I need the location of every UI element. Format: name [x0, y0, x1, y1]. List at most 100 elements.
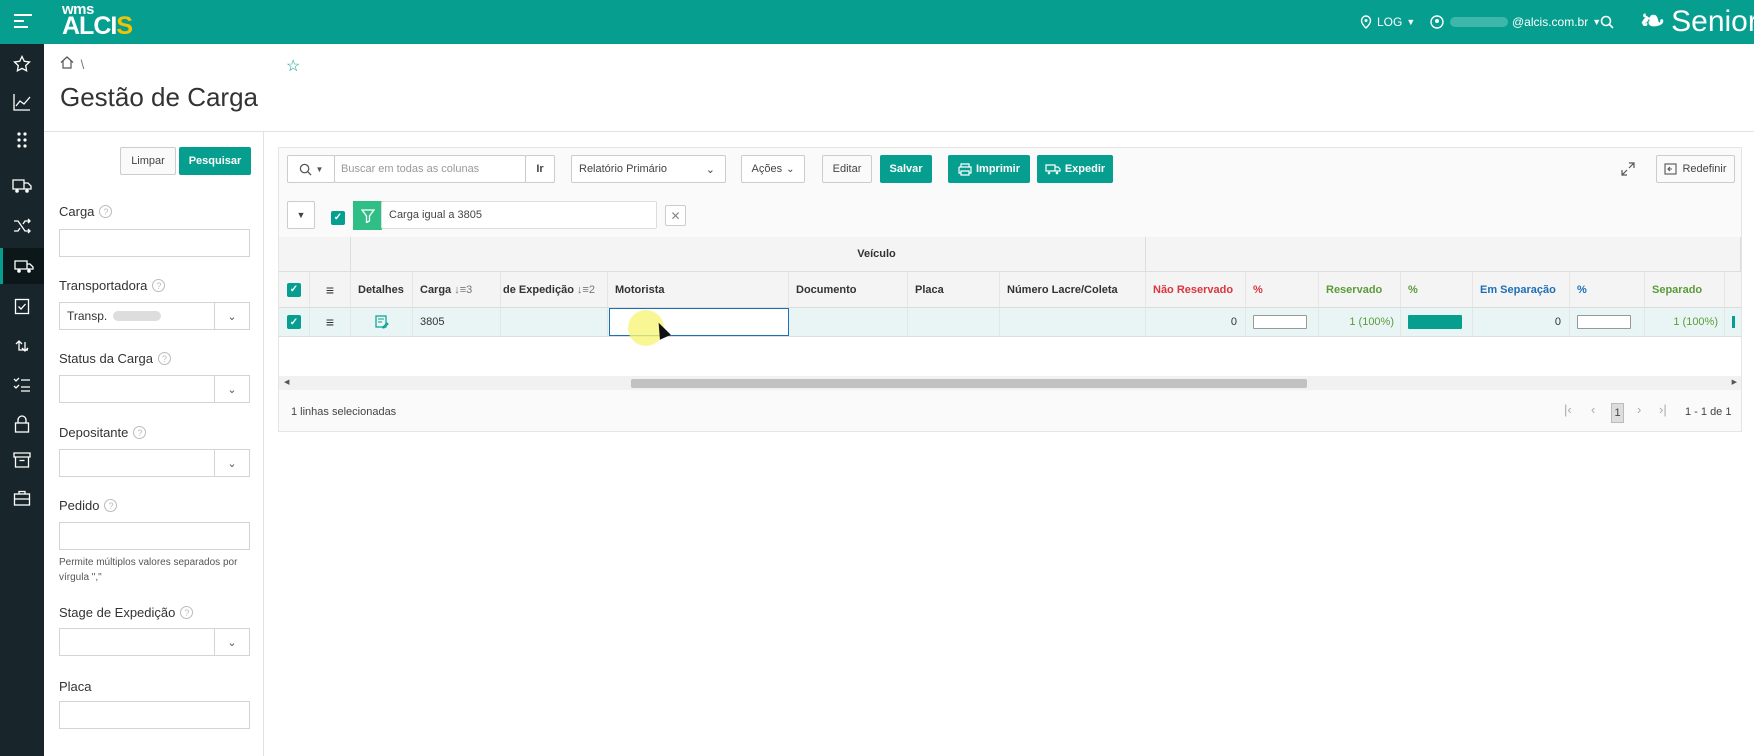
col-documento[interactable]: Documento — [789, 272, 908, 307]
filter-enabled-checkbox[interactable]: ✓ — [331, 207, 345, 225]
actions-menu-button[interactable]: Ações ⌄ — [741, 155, 805, 183]
remove-filter-close-icon[interactable]: ✕ — [665, 205, 686, 226]
scroll-thumb[interactable] — [631, 379, 1307, 388]
edit-button[interactable]: Editar — [822, 155, 872, 183]
transportadora-select[interactable]: Transp. ⌄ — [59, 302, 250, 330]
scroll-right-icon[interactable]: ▶ — [1732, 378, 1737, 386]
help-icon[interactable]: ? — [152, 279, 166, 292]
sidebar-security[interactable] — [0, 406, 44, 442]
col-detalhes[interactable]: Detalhes — [351, 272, 413, 307]
row-menu-icon[interactable]: ≡ — [310, 308, 351, 336]
col-pct-em-separacao[interactable]: % — [1570, 272, 1645, 307]
last-page-icon[interactable]: ›| — [1659, 402, 1667, 417]
help-icon[interactable]: ? — [99, 205, 113, 218]
chevron-down-icon: ▼ — [315, 164, 324, 174]
row-menu-header-icon[interactable]: ≡ — [310, 272, 351, 307]
col-reservado[interactable]: Reservado — [1319, 272, 1401, 307]
search-button[interactable]: Pesquisar — [179, 147, 251, 175]
col-pct-reservado[interactable]: % — [1401, 272, 1473, 307]
sidebar-apps[interactable] — [0, 122, 44, 158]
sidebar-tasks[interactable] — [0, 366, 44, 402]
sort-desc-icon: ↓≡ — [454, 283, 467, 296]
pedido-label: Pedido? — [59, 498, 118, 513]
help-icon[interactable]: ? — [104, 499, 118, 512]
scroll-left-icon[interactable]: ◀ — [284, 378, 289, 386]
sidebar-tools[interactable] — [0, 480, 44, 516]
sidebar-sync[interactable] — [0, 328, 44, 364]
search-icon[interactable] — [1600, 0, 1614, 44]
report-select[interactable]: Relatório Primário ⌄ — [571, 155, 726, 183]
col-placa[interactable]: Placa — [908, 272, 1000, 307]
col-motorista[interactable]: Motorista — [608, 272, 789, 307]
next-page-icon[interactable]: › — [1637, 402, 1641, 417]
col-lacre[interactable]: Número Lacre/Coleta — [1000, 272, 1146, 307]
col-pct-nao-reservado[interactable]: % — [1246, 272, 1319, 307]
sidebar-checklist[interactable] — [0, 288, 44, 324]
cell-reservado: 1 (100%) — [1319, 308, 1401, 336]
hamburger-menu-icon[interactable] — [14, 14, 32, 30]
page-number-button[interactable]: 1 — [1611, 403, 1624, 423]
first-page-icon[interactable]: |‹ — [1564, 402, 1572, 417]
pedido-input[interactable] — [59, 522, 250, 550]
sidebar-favorites[interactable] — [0, 46, 44, 82]
search-column-selector[interactable]: ▼ — [287, 155, 335, 183]
prev-page-icon[interactable]: ‹ — [1591, 402, 1595, 417]
sidebar-dashboard[interactable] — [0, 84, 44, 120]
check-icon: ✓ — [287, 315, 301, 329]
help-icon[interactable]: ? — [133, 426, 147, 439]
go-button[interactable]: Ir — [525, 155, 555, 183]
caret-down-icon: ▼ — [296, 210, 306, 220]
cell-placa[interactable] — [908, 308, 1000, 336]
cell-documento[interactable] — [789, 308, 908, 336]
help-icon[interactable]: ? — [180, 606, 194, 619]
print-button[interactable]: Imprimir — [948, 155, 1030, 183]
details-edit-icon[interactable] — [351, 308, 413, 336]
data-table: Veículo ✓ ≡ Detalhes Carga ↓≡ 3 de Expediç… — [279, 237, 1741, 377]
help-icon[interactable]: ? — [157, 352, 171, 365]
sidebar-load-management[interactable] — [0, 248, 44, 284]
save-button[interactable]: Salvar — [880, 155, 932, 183]
page-title: Gestão de Carga — [60, 82, 259, 112]
dispatch-button[interactable]: Expedir — [1037, 155, 1113, 183]
location-selector[interactable]: LOG ▼ — [1360, 0, 1415, 44]
print-label: Imprimir — [975, 163, 1020, 175]
transportadora-label: Transportadora? — [59, 278, 166, 293]
placa-input[interactable] — [59, 701, 250, 729]
cell-lacre[interactable] — [1000, 308, 1146, 336]
col-nao-reservado[interactable]: Não Reservado — [1146, 272, 1246, 307]
row-checkbox[interactable]: ✓ — [279, 308, 310, 336]
stage-select[interactable]: ⌄ — [59, 628, 250, 656]
stage-label-text: Stage de Expedição — [59, 605, 176, 620]
depositante-select[interactable]: ⌄ — [59, 449, 250, 477]
col-separado[interactable]: Separado — [1645, 272, 1725, 307]
app-logo[interactable]: wms ALCIS — [62, 2, 133, 39]
stage-label: Stage de Expedição? — [59, 605, 194, 620]
cell-separado: 1 (100%) — [1645, 308, 1725, 336]
search-input[interactable]: Buscar em todas as colunas — [334, 155, 526, 183]
status-select[interactable]: ⌄ — [59, 375, 250, 403]
reset-label: Redefinir — [1682, 163, 1727, 175]
col-carga[interactable]: Carga ↓≡ 3 — [413, 272, 501, 307]
sidebar-archive[interactable] — [0, 442, 44, 478]
sidebar-movements[interactable] — [0, 208, 44, 244]
header-group-right — [1146, 237, 1741, 272]
logo-main: ALCIS — [62, 14, 133, 39]
check-icon: ✓ — [287, 282, 301, 297]
favorite-star-icon[interactable]: ☆ — [286, 56, 300, 76]
user-menu[interactable]: @alcis.com.br ▼ — [1430, 0, 1601, 44]
pedido-label-text: Pedido — [59, 498, 100, 513]
reset-button[interactable]: Redefinir — [1656, 155, 1735, 183]
col-stage[interactable]: de Expedição ↓≡ 2 — [501, 272, 608, 307]
progress-bar-nao-reservado — [1253, 315, 1307, 329]
table-row[interactable]: ✓ ≡ 3805 0 1 (100%) 0 1 (100%) — [279, 308, 1741, 337]
horizontal-scrollbar[interactable]: ◀ ▶ — [279, 376, 1741, 390]
home-icon[interactable] — [60, 56, 74, 69]
clear-button[interactable]: Limpar — [120, 147, 176, 175]
select-all-checkbox[interactable]: ✓ — [279, 272, 310, 307]
col-em-separacao[interactable]: Em Separação — [1473, 272, 1570, 307]
toggle-filters-button[interactable]: ▼ — [287, 201, 315, 229]
expand-icon[interactable] — [1621, 162, 1635, 181]
sidebar-transport[interactable] — [0, 168, 44, 204]
filter-chip[interactable]: Carga igual a 3805 — [381, 201, 657, 229]
carga-input[interactable] — [59, 229, 250, 257]
